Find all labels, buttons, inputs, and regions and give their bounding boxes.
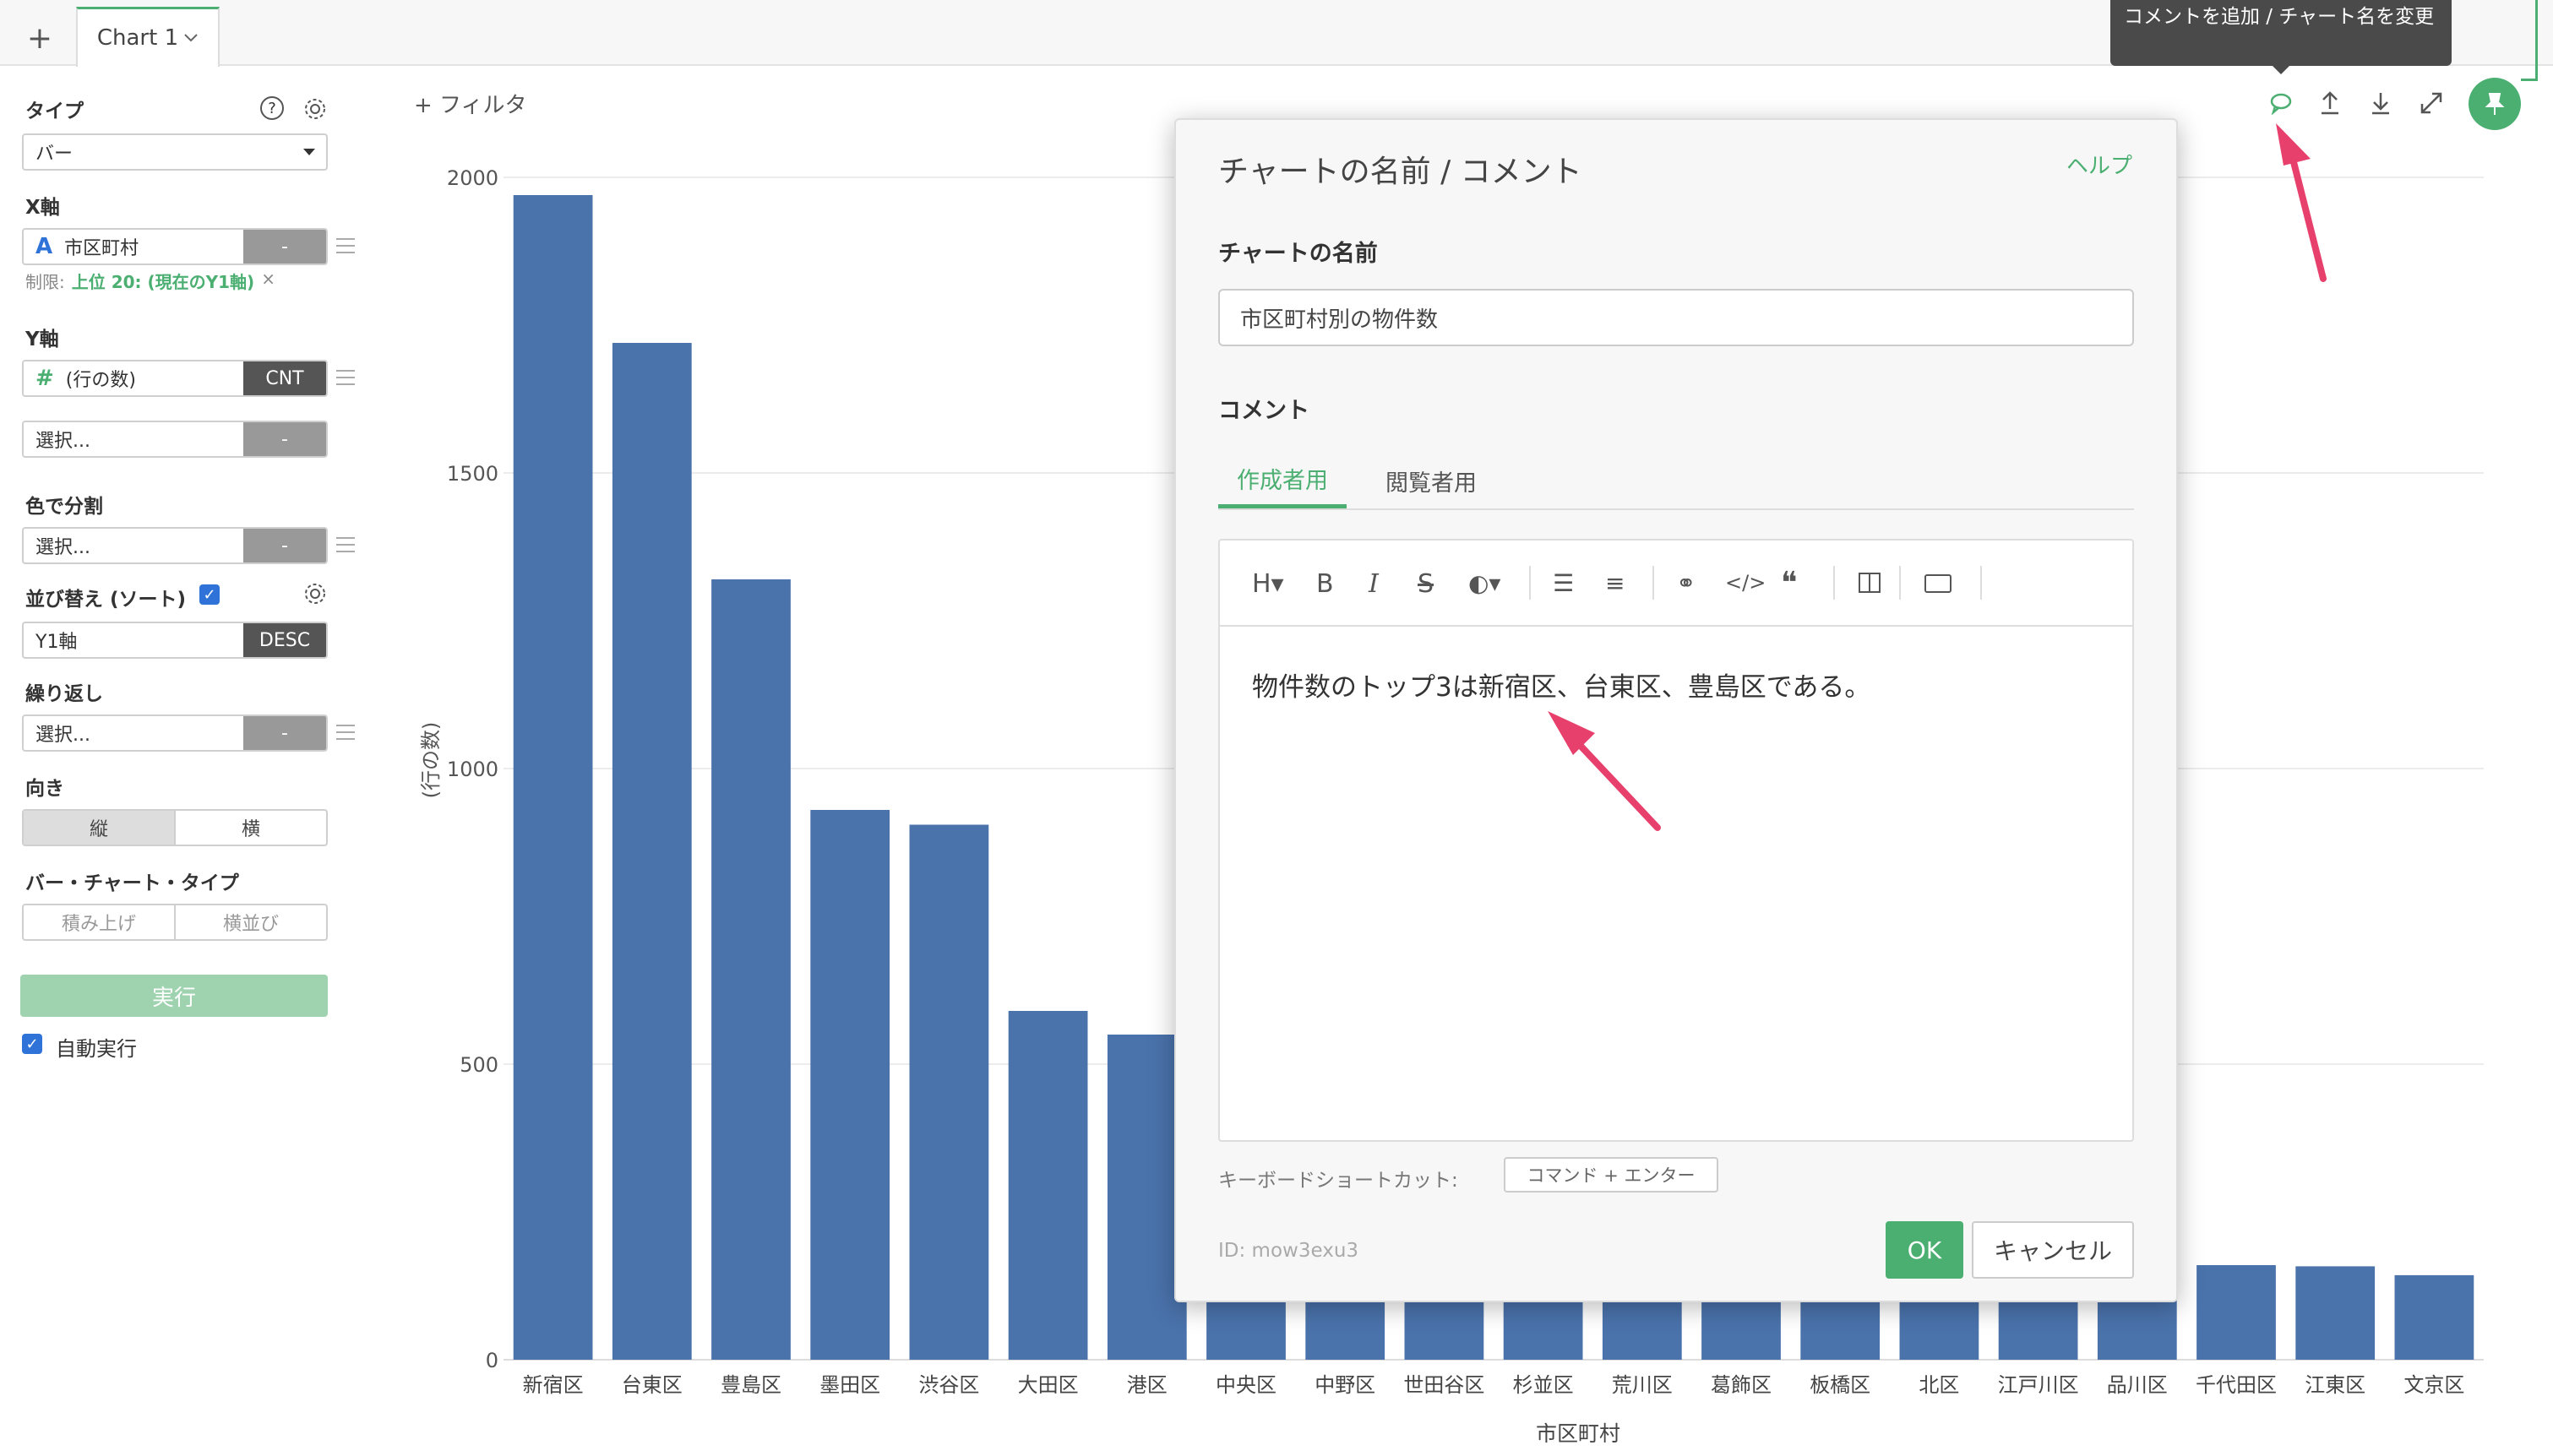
help-link[interactable]: ヘルプ	[2066, 149, 2132, 180]
columns-icon[interactable]	[1859, 573, 1881, 593]
x-tick-label: 江東区	[2305, 1373, 2365, 1397]
y-tick-label: 1000	[447, 758, 498, 781]
heading-icon[interactable]: H▾	[1252, 569, 1284, 599]
pin-icon[interactable]	[2469, 78, 2521, 130]
tab-divider	[1218, 508, 2134, 510]
x-tick-label: 台東区	[622, 1373, 683, 1397]
x-tick-label: 葛飾区	[1711, 1373, 1772, 1397]
toolbar-separator	[1833, 566, 1835, 600]
x-tick-label: 杉並区	[1513, 1373, 1574, 1397]
download-icon[interactable]	[2364, 86, 2398, 120]
x-tick-label: 世田谷区	[1403, 1373, 1484, 1397]
shortcut-label: キーボードショートカット:	[1218, 1170, 1458, 1192]
toolbar-separator	[1980, 566, 1982, 600]
tooltip-pointer	[2271, 64, 2291, 74]
tab-viewer[interactable]: 閲覧者用	[1367, 453, 1495, 508]
keyboard-icon[interactable]	[1924, 574, 1951, 593]
chart-name-comment-dialog: チャートの名前 / コメント ヘルプ チャートの名前 市区町村別の物件数 コメン…	[1174, 118, 2178, 1302]
x-tick-label: 文京区	[2403, 1373, 2464, 1397]
x-tick-label: 荒川区	[1612, 1373, 1673, 1397]
toolbar-separator	[1529, 566, 1531, 600]
shortcut-badge: コマンド + エンター	[1504, 1157, 1718, 1193]
bar	[909, 824, 989, 1360]
bar	[810, 810, 890, 1360]
bar	[2196, 1265, 2276, 1360]
code-icon[interactable]: </>	[1725, 571, 1766, 595]
comment-editor: H▾ B I S ◐▾ ☰ ≡ ⚭ </> ❝ 物件数のトップ3は新宿区、台東区…	[1218, 539, 2134, 1142]
numbered-list-icon[interactable]: ≡	[1605, 569, 1625, 597]
bar	[2394, 1274, 2474, 1360]
y-tick-label: 1500	[447, 462, 498, 486]
x-tick-label: 新宿区	[523, 1373, 584, 1397]
x-tick-label: 江戸川区	[1998, 1373, 2079, 1397]
x-tick-label: 港区	[1127, 1373, 1168, 1397]
y-tick-label: 500	[460, 1053, 498, 1077]
toolbar-separator	[1899, 566, 1901, 600]
color-palette-icon[interactable]: ◐▾	[1468, 569, 1501, 597]
x-tick-label: 中野区	[1315, 1373, 1375, 1397]
chart-id: ID: mow3exu3	[1218, 1240, 1359, 1262]
link-icon[interactable]: ⚭	[1676, 569, 1696, 597]
tab-author[interactable]: 作成者用	[1218, 453, 1347, 508]
bar	[711, 579, 791, 1360]
x-tick-label: 千代田区	[2196, 1373, 2277, 1397]
x-tick-label: 板橋区	[1810, 1373, 1870, 1397]
x-tick-label: 中央区	[1216, 1373, 1276, 1397]
bar	[612, 343, 692, 1360]
toolbar-separator	[1652, 566, 1654, 600]
italic-icon[interactable]: I	[1369, 569, 1379, 599]
chart-name-input[interactable]: 市区町村別の物件数	[1218, 289, 2134, 346]
dialog-title: チャートの名前 / コメント	[1218, 155, 1582, 189]
chart-name-label: チャートの名前	[1218, 241, 1378, 267]
quote-icon[interactable]: ❝	[1781, 566, 1797, 600]
ok-button[interactable]: OK	[1886, 1221, 1963, 1279]
bar	[513, 195, 593, 1360]
bar	[1008, 1011, 1088, 1360]
upload-icon[interactable]	[2313, 86, 2347, 120]
expand-icon[interactable]	[2414, 86, 2448, 120]
bullet-list-icon[interactable]: ☰	[1553, 569, 1574, 597]
bold-icon[interactable]: B	[1316, 569, 1334, 599]
y-axis-title: (行の数)	[419, 722, 443, 799]
comment-label: コメント	[1218, 398, 1309, 424]
x-tick-label: 北区	[1919, 1373, 1959, 1397]
x-tick-label: 大田区	[1018, 1373, 1079, 1397]
strikethrough-icon[interactable]: S	[1418, 569, 1434, 599]
comment-icon[interactable]	[2264, 86, 2298, 120]
x-axis-title: 市区町村	[1536, 1421, 1620, 1446]
x-tick-label: 墨田区	[819, 1373, 880, 1397]
y-tick-label: 0	[486, 1349, 498, 1372]
editor-content[interactable]: 物件数のトップ3は新宿区、台東区、豊島区である。	[1252, 666, 1870, 704]
x-tick-label: 豊島区	[721, 1373, 781, 1397]
x-tick-label: 渋谷区	[918, 1373, 979, 1397]
bar	[2295, 1266, 2376, 1360]
y-tick-label: 2000	[447, 166, 498, 190]
tooltip: コメントを追加 / チャート名を変更	[2110, 0, 2452, 66]
cancel-button[interactable]: キャンセル	[1972, 1221, 2134, 1279]
pin-connector	[2521, 0, 2538, 81]
x-tick-label: 品川区	[2107, 1373, 2168, 1397]
